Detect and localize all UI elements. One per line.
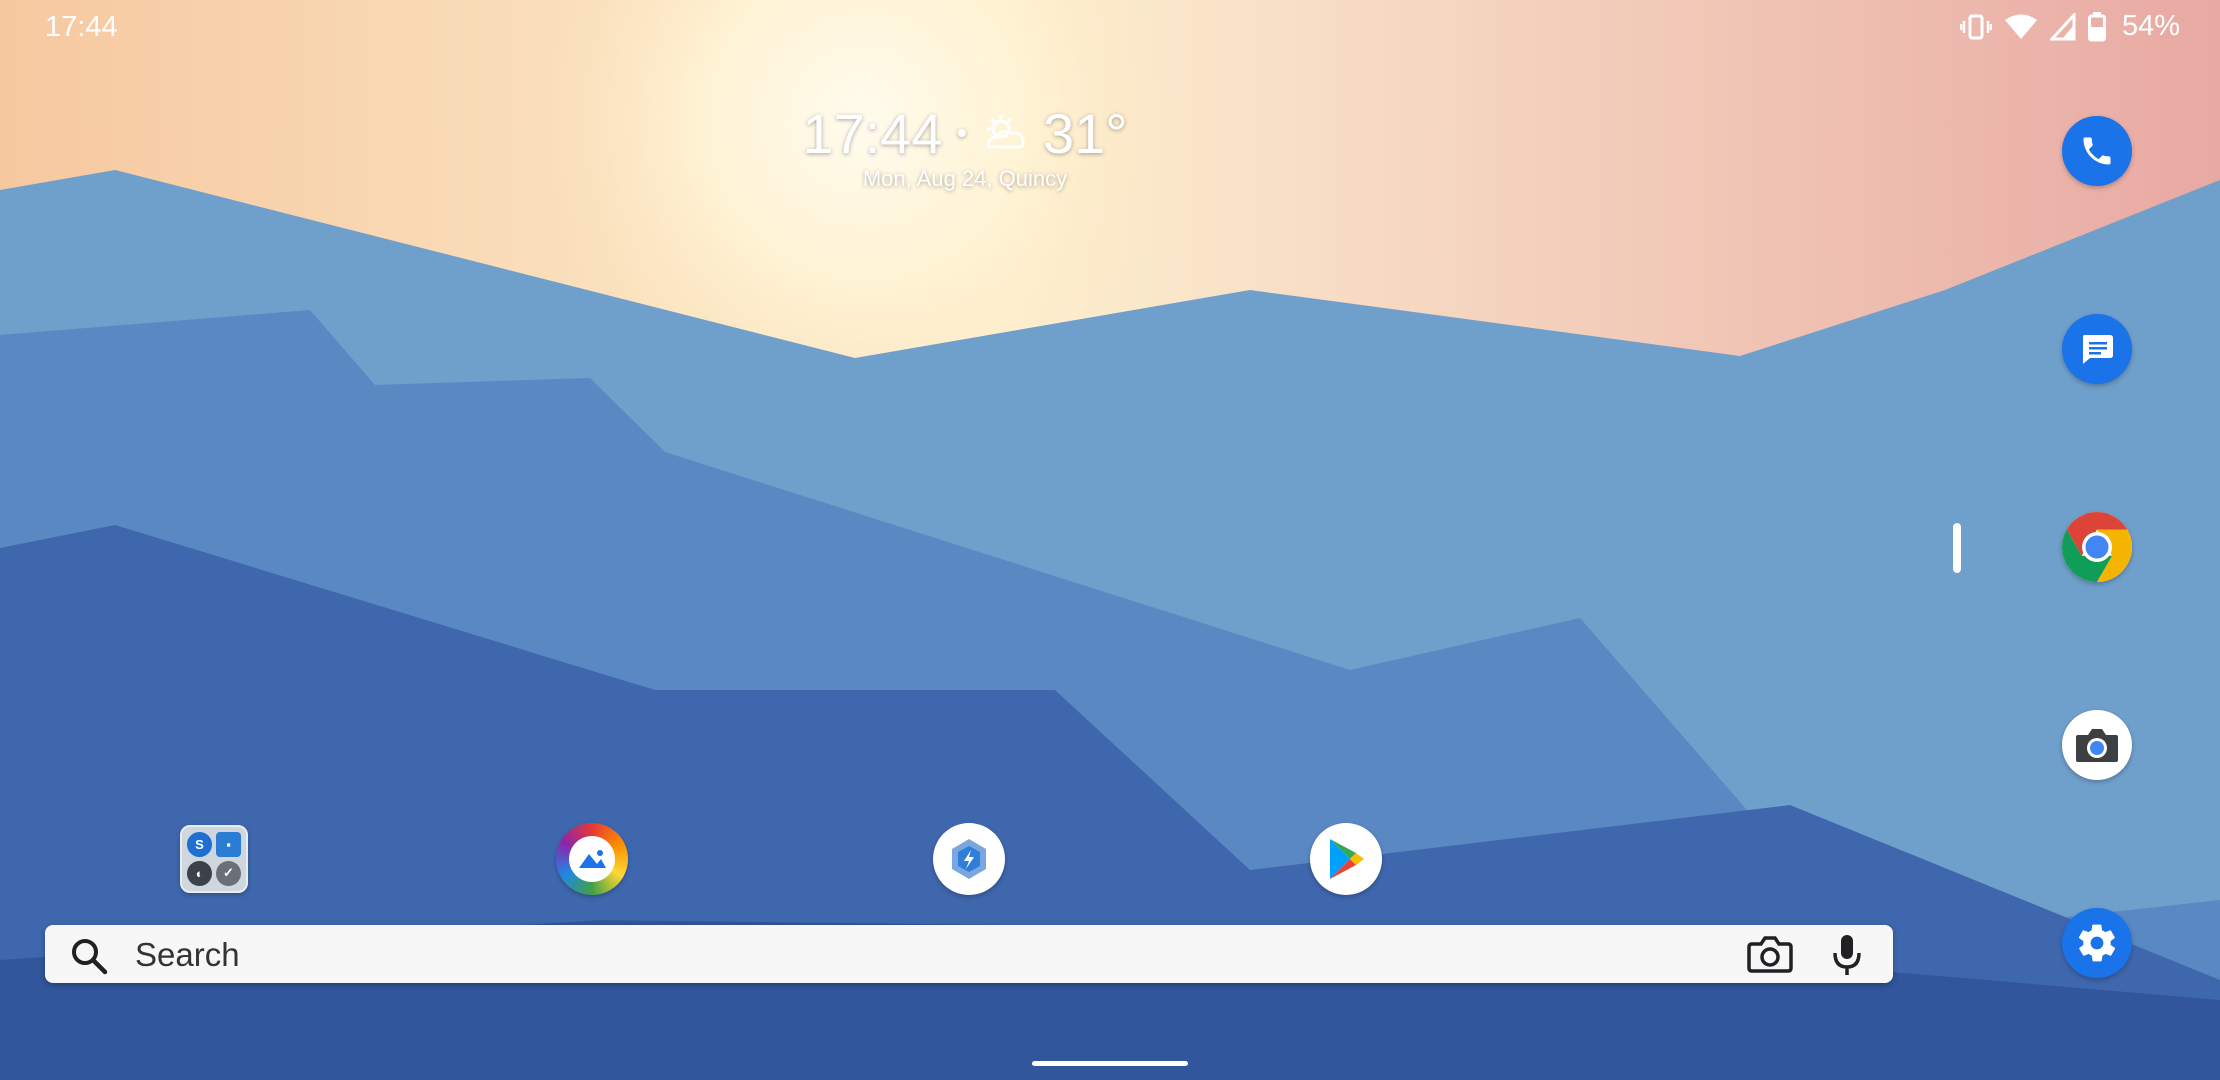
messages-icon[interactable] [2062,314,2132,384]
gesture-nav-handle[interactable] [1032,1061,1188,1066]
date-location: Mon, Aug 24, Quincy [862,166,1068,191]
mic-icon[interactable] [1831,933,1863,982]
settings-icon[interactable] [2062,908,2132,978]
clock-weather-widget[interactable]: 17:44 • 31° Mon, Aug 24, Quincy [800,102,1130,192]
camera-icon[interactable] [2062,710,2132,780]
status-bar: 17:44 54% [0,0,2220,54]
play-store-icon[interactable] [1310,823,1382,895]
phone-icon[interactable] [2062,116,2132,186]
check-app-mini-icon: ✓ [216,860,241,886]
gallery-icon[interactable] [556,823,628,895]
battery-icon [2087,11,2106,42]
battery-percent: 54% [2121,10,2180,42]
widget-temperature: 31° [1042,102,1128,165]
cell-signal-icon [2049,12,2076,41]
clock-line: 17:44 • 31° [800,102,1130,166]
power-apps-icon[interactable] [933,823,1005,895]
wifi-icon [2004,13,2038,41]
app-folder[interactable]: S ▪ ◐ ✓ [180,825,248,893]
partly-cloudy-icon [981,102,1029,166]
dark-app-mini-icon: ◐ [187,860,212,886]
chrome-icon[interactable] [2062,512,2132,582]
separator-dot: • [956,117,967,150]
search-icon [69,936,109,981]
widget-location: Quincy [998,166,1068,191]
skype-mini-icon: S [187,832,212,857]
widget-date: Mon, Aug 24 [862,166,987,191]
status-time: 17:44 [45,11,118,43]
status-icons: 54% [1959,10,2180,43]
search-input[interactable]: Search [135,936,240,974]
dock-scroll-handle[interactable] [1953,523,1961,573]
lens-camera-icon[interactable] [1747,934,1793,979]
remote-desktop-mini-icon: ▪ [216,832,241,857]
search-bar[interactable]: Search [45,925,1893,983]
widget-time: 17:44 [802,102,943,165]
vibrate-icon [1959,13,1992,41]
